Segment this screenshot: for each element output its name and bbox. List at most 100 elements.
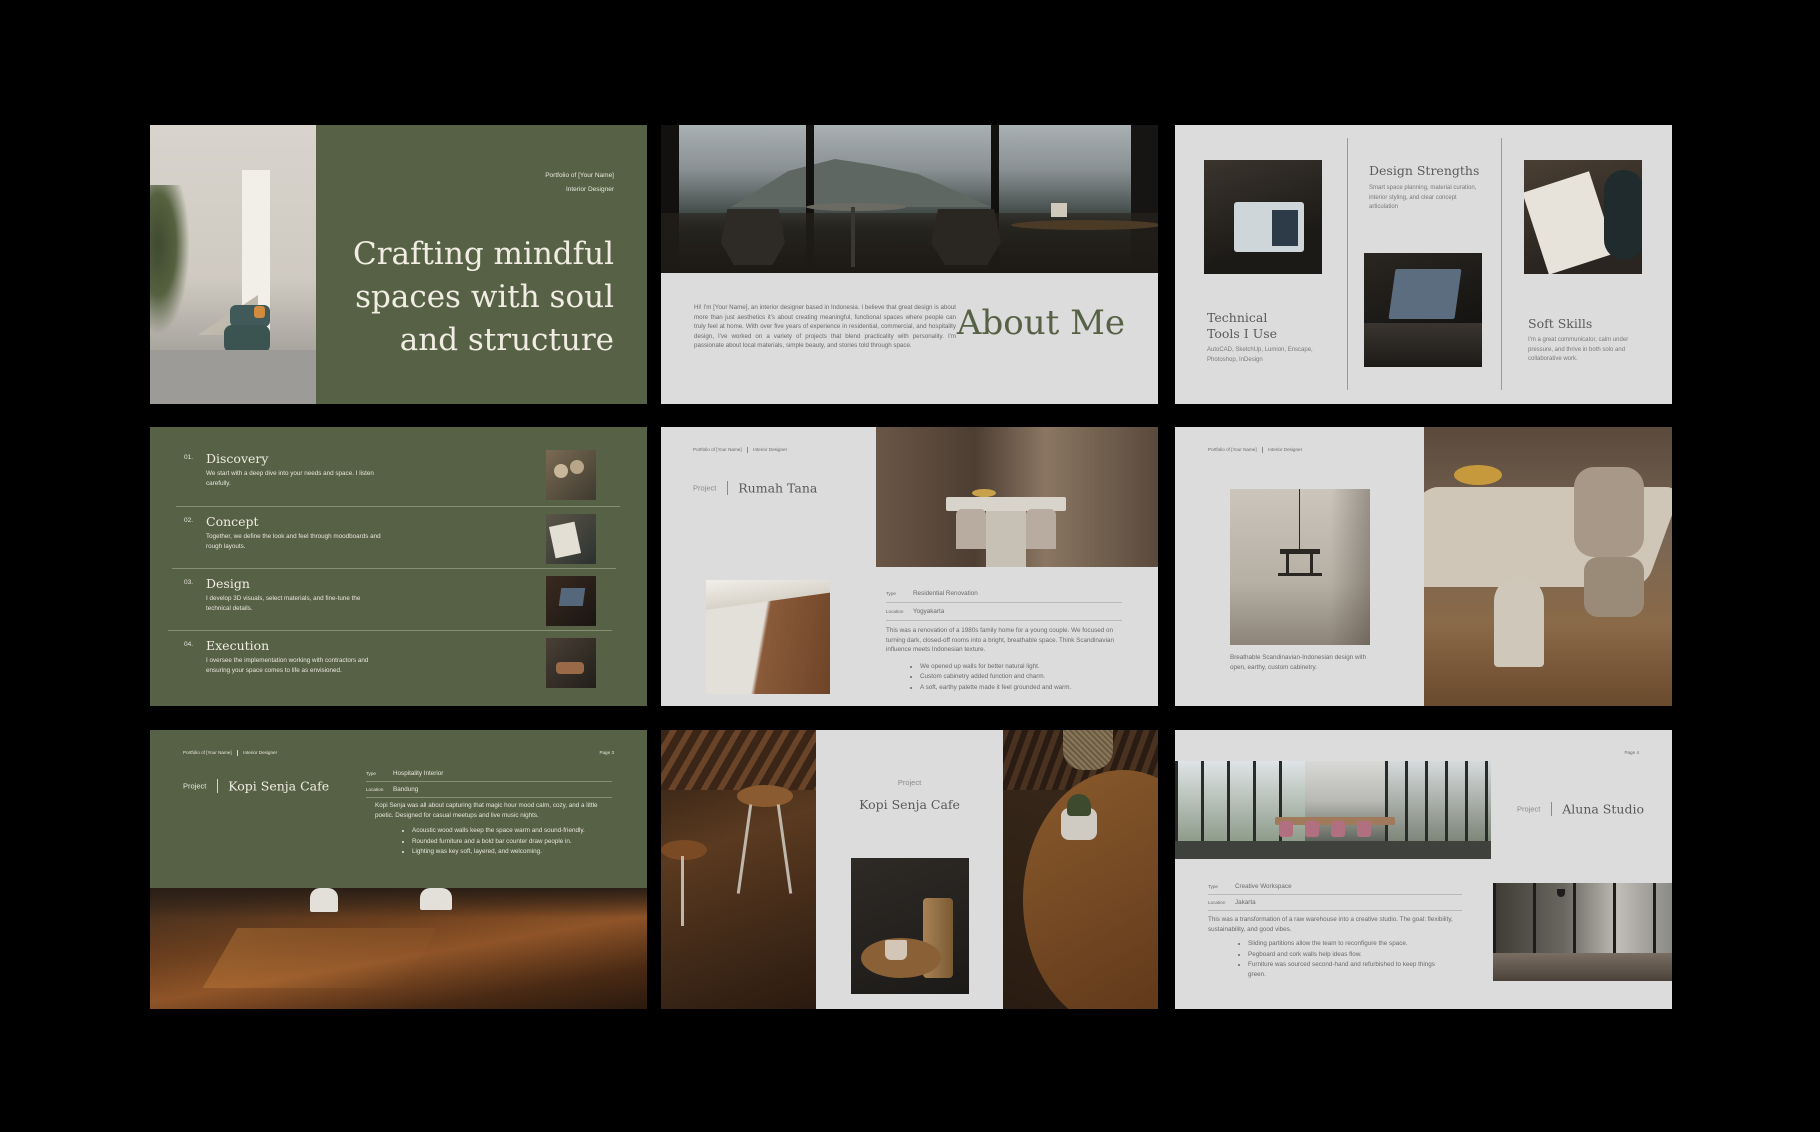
- aluna-description: This was a transformation of a raw wareh…: [1208, 916, 1453, 933]
- slide-process[interactable]: 01. Discovery We start with a deep dive …: [150, 427, 647, 706]
- rumah2-photo-pendant-light: [1230, 489, 1370, 645]
- kopi2-photo-bar-stools: [661, 730, 816, 1009]
- slide-kopi-senja-gallery[interactable]: Project Kopi Senja Cafe: [661, 730, 1158, 1009]
- rumah-photo-dining-room: [876, 427, 1158, 567]
- rumah-description: This was a renovation of a 1980s family …: [886, 627, 1114, 653]
- aluna-bullet-1: Sliding partitions allow the team to rec…: [1248, 939, 1436, 949]
- cover-headline-line-3: and structure: [399, 322, 614, 358]
- rumah-type-label: Type: [886, 591, 896, 596]
- process-step-1: 01. Discovery We start with a deep dive …: [150, 427, 647, 505]
- kopi-project-heading: Project Kopi Senja Cafe: [183, 777, 329, 795]
- aluna-bullet-2: Pegboard and cork walls help ideas flow.: [1248, 950, 1436, 960]
- kopi2-project-name: Kopi Senja Cafe: [859, 797, 960, 812]
- process-step-3-number: 03.: [184, 579, 194, 586]
- soft-skills-title: Soft Skills: [1528, 316, 1593, 331]
- kopi-type-label: Type: [366, 771, 376, 776]
- slide-strengths[interactable]: Design Strengths Smart space planning, m…: [1175, 125, 1672, 404]
- process-step-2-photo: [546, 514, 596, 564]
- cover-headline: Crafting mindful spaces with soul and st…: [353, 233, 614, 362]
- process-step-1-photo: [546, 450, 596, 500]
- about-photo-mountain-terrace: [661, 125, 1158, 273]
- rumah-location-value: Yogyakarta: [913, 608, 945, 615]
- process-step-3-title: Design: [206, 576, 250, 591]
- slide-aluna-studio[interactable]: Page 4 Project Aluna Studio Type Creativ…: [1175, 730, 1672, 1009]
- process-step-1-number: 01.: [184, 454, 194, 461]
- rumah-bullet-3: A soft, earthy palette made it feel grou…: [920, 683, 1122, 693]
- strengths-photo-sketching: [1524, 160, 1642, 274]
- process-step-2-number: 02.: [184, 517, 194, 524]
- process-step-3: 03. Design I develop 3D visuals, select …: [150, 569, 647, 631]
- kopi-project-name: Kopi Senja Cafe: [228, 778, 330, 794]
- kopi2-center-panel: Project Kopi Senja Cafe: [816, 730, 1003, 1009]
- aluna-project-heading: Project Aluna Studio: [1517, 800, 1644, 818]
- kopi-project-label: Project: [183, 781, 207, 791]
- rumah2-header-name: Portfolio of [Your Name]: [1208, 447, 1257, 452]
- process-step-4: 04. Execution I oversee the implementati…: [150, 631, 647, 706]
- kopi-photo-wood-table: [150, 888, 647, 1009]
- design-strengths-title: Design Strengths: [1369, 163, 1480, 178]
- soft-skills-body: I'm a great communicator, calm under pre…: [1528, 337, 1629, 362]
- kopi-header-name: Portfolio of [Your Name]: [183, 750, 232, 755]
- rumah2-caption: Breathable Scandinavian-Indonesian desig…: [1230, 654, 1367, 671]
- rumah2-header-role: Interior Designer: [1268, 447, 1303, 452]
- kopi-location-label: Location: [366, 787, 384, 792]
- aluna-type-label: Type: [1208, 884, 1218, 889]
- tools-body: AutoCAD, SketchUp, Lumion, Enscape, Phot…: [1207, 347, 1313, 363]
- process-step-4-desc: I oversee the implementation working wit…: [206, 657, 369, 674]
- rumah-project-heading: Project Rumah Tana: [693, 479, 817, 497]
- strengths-photo-tablet-hands: [1204, 160, 1322, 274]
- rumah-project-name: Rumah Tana: [738, 480, 818, 496]
- cover-portfolio-of: Portfolio of [Your Name]: [545, 172, 614, 179]
- process-step-3-photo: [546, 576, 596, 626]
- process-step-4-photo: [546, 638, 596, 688]
- design-strengths-body: Smart space planning, material curation,…: [1369, 185, 1477, 210]
- kopi2-photo-round-table-cactus: [1003, 730, 1158, 1009]
- cover-headline-line-2: spaces with soul: [355, 279, 614, 315]
- aluna-type-value: Creative Workspace: [1235, 883, 1292, 890]
- aluna-bullet-3: Furniture was sourced second-hand and re…: [1248, 960, 1436, 979]
- process-step-1-title: Discovery: [206, 451, 269, 466]
- tools-title-line-1: Technical: [1207, 310, 1268, 325]
- cover-photo-staircase: [150, 125, 316, 404]
- rumah2-photo-dining-table: [1424, 427, 1672, 706]
- cover-role: Interior Designer: [565, 186, 614, 193]
- process-step-3-desc: I develop 3D visuals, select materials, …: [206, 595, 361, 612]
- kopi2-project-label: Project: [897, 778, 922, 787]
- process-step-2-title: Concept: [206, 514, 259, 529]
- kopi-bullet-list: Acoustic wood walls keep the space warm …: [400, 826, 600, 857]
- kopi-page-number: Page 3: [599, 750, 614, 755]
- kopi-bullet-3: Lighting was key soft, layered, and welc…: [412, 847, 600, 857]
- rumah-bullet-1: We opened up walls for better natural li…: [920, 662, 1122, 672]
- rumah-location-label: Location: [886, 609, 904, 614]
- aluna-photo-glass-partitions: [1493, 883, 1672, 981]
- process-step-1-desc: We start with a deep dive into your need…: [206, 470, 374, 487]
- aluna-bullet-list: Sliding partitions allow the team to rec…: [1236, 939, 1436, 979]
- kopi-bullet-2: Rounded furniture and a bold bar counter…: [412, 837, 600, 847]
- tools-title: Technical Tools I Use: [1207, 310, 1277, 341]
- strengths-divider-left: [1347, 138, 1348, 390]
- strengths-divider-right: [1501, 138, 1502, 390]
- kopi2-photo-coffee-cup: [851, 858, 969, 994]
- aluna-photo-open-office: [1175, 761, 1491, 859]
- aluna-location-value: Jakarta: [1235, 899, 1256, 906]
- tools-title-line-2: Tools I Use: [1207, 325, 1278, 341]
- aluna-location-label: Location: [1208, 900, 1226, 905]
- kopi-description: Kopi Senja was all about capturing that …: [375, 802, 598, 819]
- rumah-project-label: Project: [693, 483, 717, 493]
- process-step-4-title: Execution: [206, 638, 270, 653]
- slide-cover[interactable]: Portfolio of [Your Name] Interior Design…: [150, 125, 647, 404]
- kopi-header-role: Interior Designer: [243, 750, 278, 755]
- slide-kopi-senja[interactable]: Portfolio of [Your Name] Interior Design…: [150, 730, 647, 1009]
- rumah-type-value: Residential Renovation: [913, 590, 978, 597]
- rumah-bullet-list: We opened up walls for better natural li…: [908, 662, 1122, 693]
- strengths-photo-laptop: [1364, 253, 1482, 367]
- kopi-type-value: Hospitality Interior: [393, 770, 444, 777]
- kopi-location-value: Bandung: [393, 786, 419, 793]
- slide-rumah-tana-detail[interactable]: Portfolio of [Your Name] Interior Design…: [1175, 427, 1672, 706]
- rumah-bullet-2: Custom cabinetry added function and char…: [920, 672, 1122, 682]
- cover-headline-line-1: Crafting mindful: [352, 236, 614, 272]
- kopi-bullet-1: Acoustic wood walls keep the space warm …: [412, 826, 600, 836]
- slide-about[interactable]: Hi! I'm [Your Name], an interior designe…: [661, 125, 1158, 404]
- slide-rumah-tana[interactable]: Portfolio of [Your Name] Interior Design…: [661, 427, 1158, 706]
- rumah-header-name: Portfolio of [Your Name]: [693, 447, 742, 452]
